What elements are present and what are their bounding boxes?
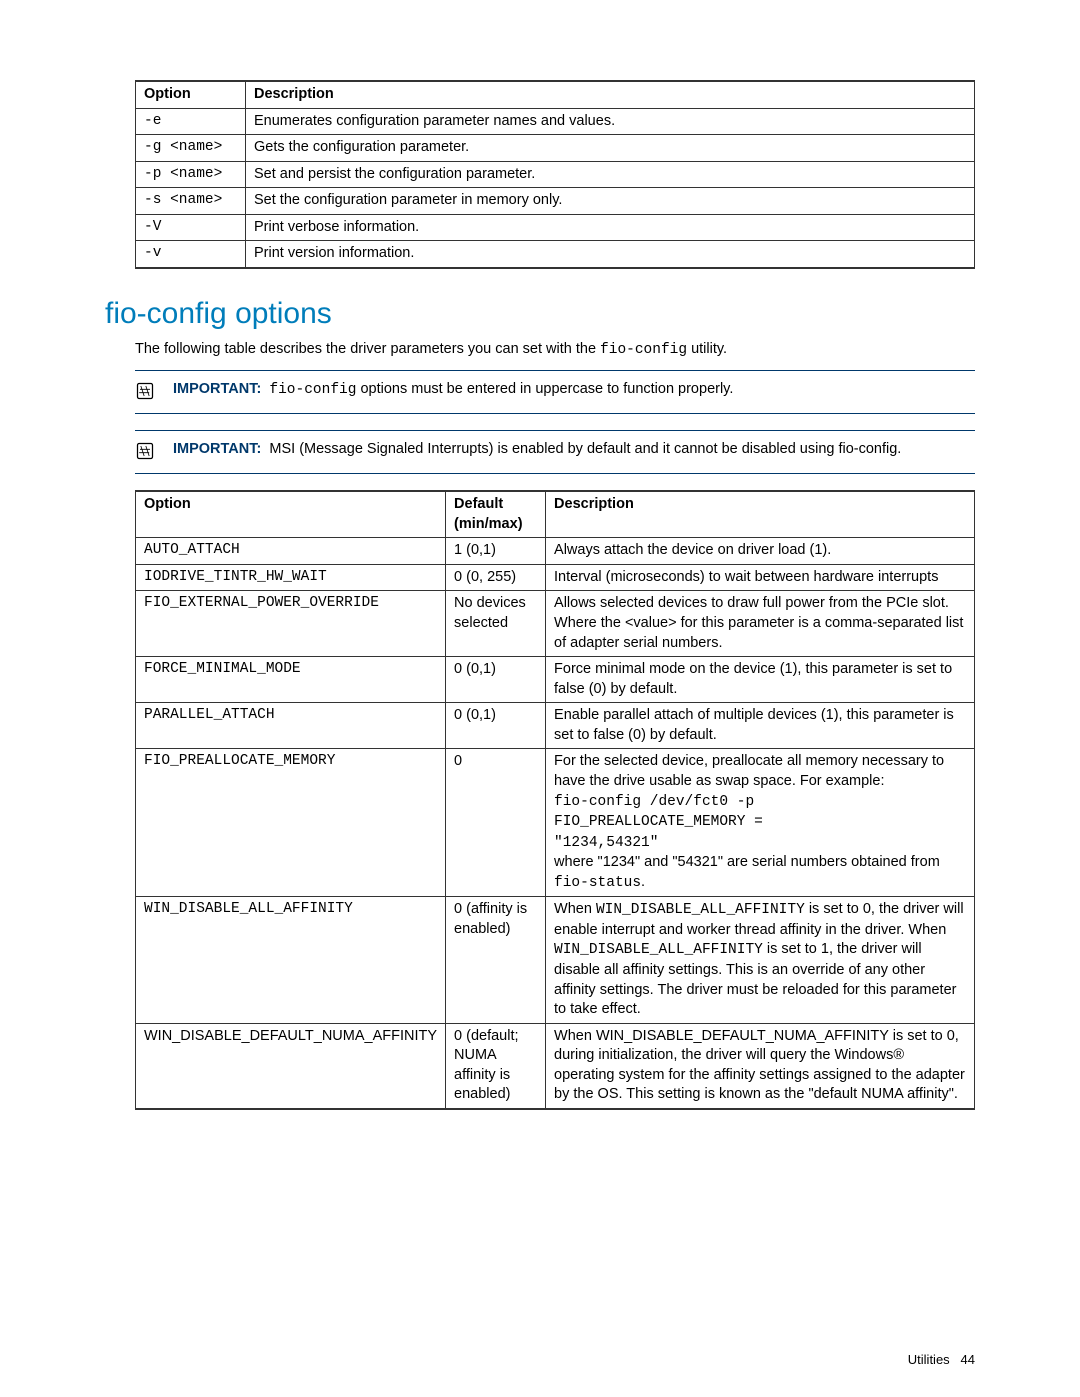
table-row: WIN_DISABLE_DEFAULT_NUMA_AFFINITY 0 (def… <box>136 1023 975 1109</box>
intro-text: The following table describes the driver… <box>135 339 975 360</box>
important-icon <box>135 441 155 465</box>
table2-header-default: Default (min/max) <box>446 491 546 538</box>
page-content: Option Description -e Enumerates configu… <box>0 0 1080 1397</box>
table-row: IODRIVE_TINTR_HW_WAIT 0 (0, 255) Interva… <box>136 564 975 591</box>
table-row: -p <name> Set and persist the configurat… <box>136 161 975 188</box>
table-row: -s <name> Set the configuration paramete… <box>136 188 975 215</box>
table1-header-option: Option <box>136 81 246 108</box>
table-row: -V Print verbose information. <box>136 214 975 241</box>
table-row: AUTO_ATTACH 1 (0,1) Always attach the de… <box>136 538 975 565</box>
table-row: FIO_PREALLOCATE_MEMORY 0 For the selecte… <box>136 749 975 897</box>
section-title: fio-config options <box>105 297 975 331</box>
options-table-2: Option Default (min/max) Description AUT… <box>135 490 975 1110</box>
table-row: WIN_DISABLE_ALL_AFFINITY 0 (affinity is … <box>136 897 975 1023</box>
table-row: -v Print version information. <box>136 241 975 268</box>
table-row: PARALLEL_ATTACH 0 (0,1) Enable parallel … <box>136 703 975 749</box>
table2-header-option: Option <box>136 491 446 538</box>
table1-header-description: Description <box>246 81 975 108</box>
important-icon <box>135 381 155 405</box>
options-table-1: Option Description -e Enumerates configu… <box>135 80 975 269</box>
table-row: -g <name> Gets the configuration paramet… <box>136 135 975 162</box>
table-row: FORCE_MINIMAL_MODE 0 (0,1) Force minimal… <box>136 657 975 703</box>
table-row: FIO_EXTERNAL_POWER_OVERRIDE No devices s… <box>136 591 975 657</box>
table2-header-description: Description <box>546 491 975 538</box>
table-row: -e Enumerates configuration parameter na… <box>136 108 975 135</box>
important-note-2: IMPORTANT: MSI (Message Signaled Interru… <box>135 430 975 474</box>
page-footer: Utilities 44 <box>908 1352 975 1367</box>
important-note-1: IMPORTANT: fio-config options must be en… <box>135 370 975 414</box>
